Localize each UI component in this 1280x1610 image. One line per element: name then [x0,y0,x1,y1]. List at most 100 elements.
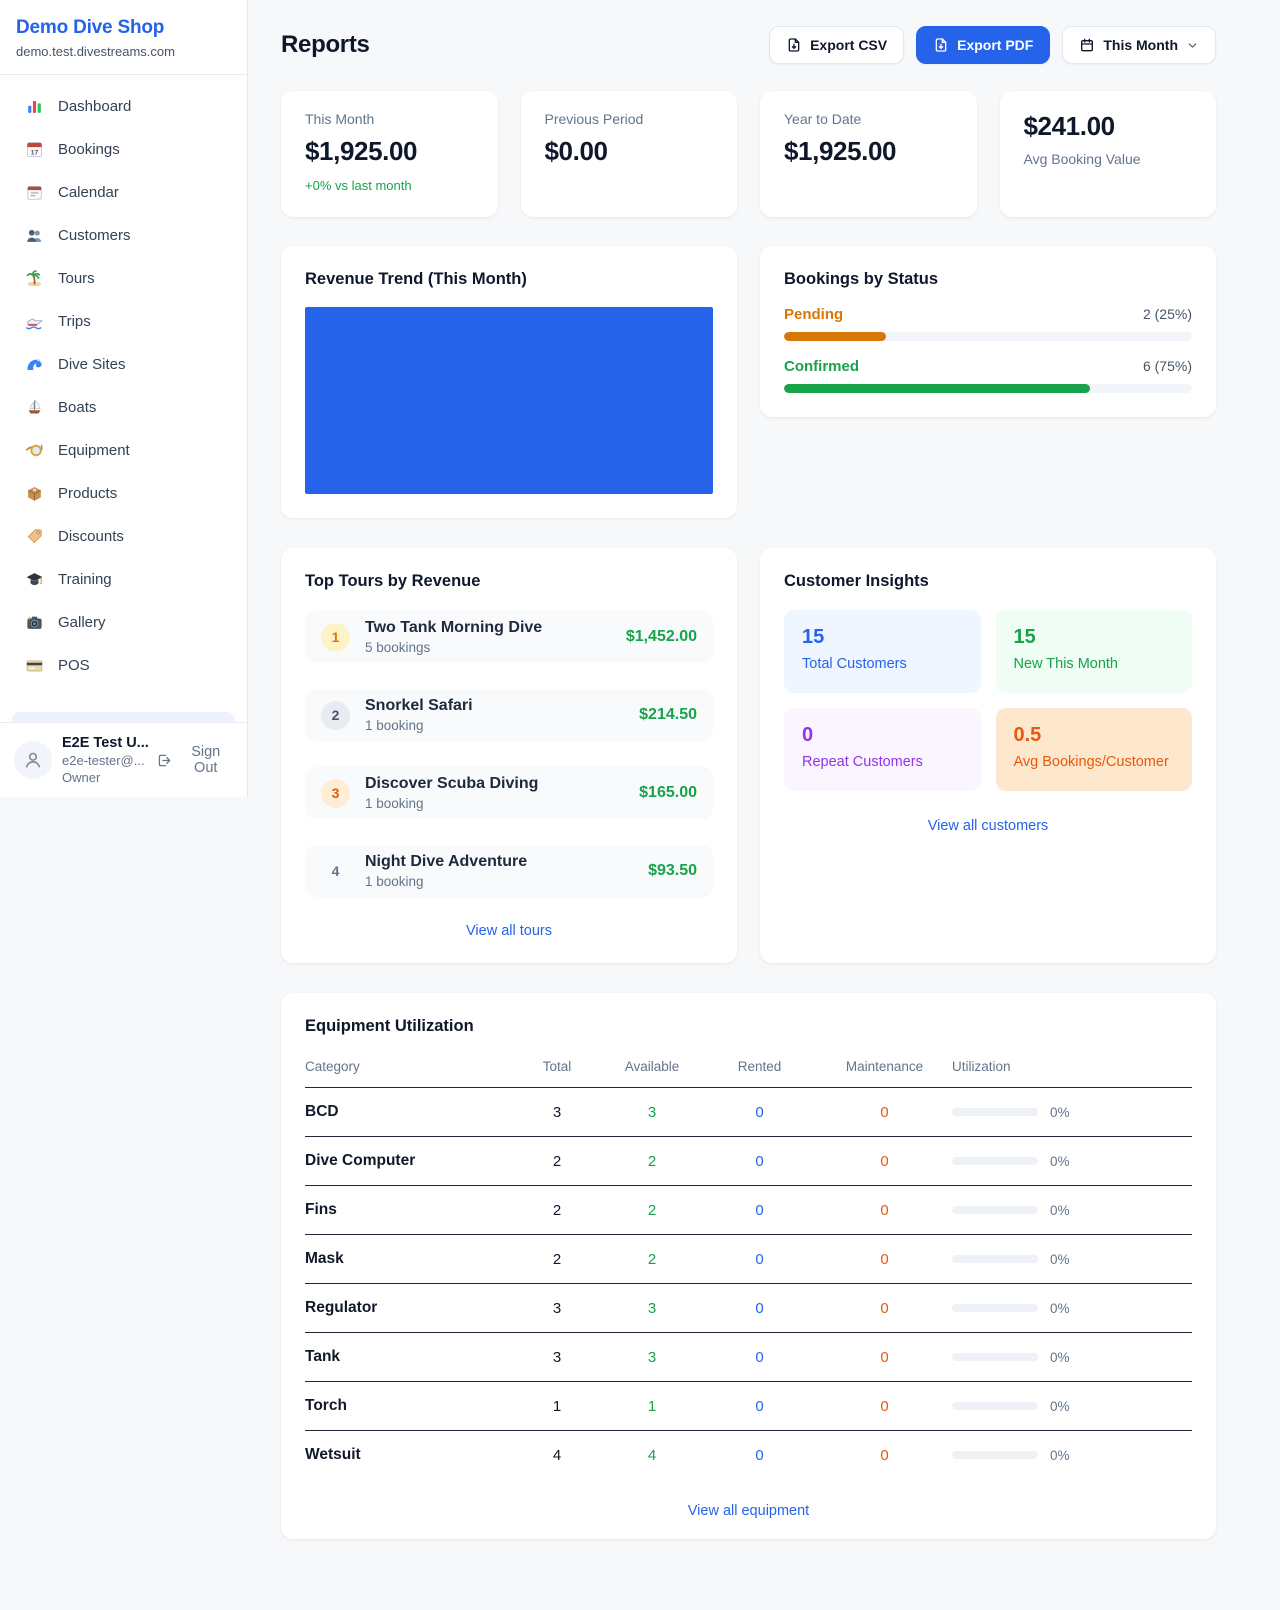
stat-value: $0.00 [545,136,714,167]
status-count: 2 (25%) [1143,306,1192,322]
sidebar-item-reports-active-partial[interactable] [12,712,235,722]
cell-total: 2 [512,1137,602,1186]
equipment-utilization-card: Equipment Utilization Category Total Ava… [281,993,1216,1539]
cell-maintenance: 0 [817,1137,952,1186]
cell-category: BCD [305,1088,512,1137]
cell-available: 1 [602,1382,702,1431]
sign-out-button[interactable]: Sign Out [156,744,233,776]
stat-value: $1,925.00 [305,136,474,167]
sidebar-nav-item[interactable]: Equipment [12,429,235,472]
sidebar-nav-item[interactable]: Gallery [12,601,235,644]
page-title: Reports [281,31,370,59]
utilization-track [952,1353,1038,1361]
export-pdf-button[interactable]: Export PDF [916,26,1050,64]
utilization-label: 0% [1050,1301,1070,1316]
col-header-available: Available [602,1059,702,1088]
view-all-customers-link[interactable]: View all customers [784,818,1192,834]
sidebar-nav-item[interactable]: Tours [12,257,235,300]
tile-value: 15 [1014,626,1175,649]
utilization-track [952,1255,1038,1263]
utilization-track [952,1157,1038,1165]
sidebar-nav-item[interactable]: Dashboard [12,85,235,128]
cell-category: Dive Computer [305,1137,512,1186]
tour-name: Night Dive Adventure [365,853,527,871]
utilization-track [952,1402,1038,1410]
rank-badge: 3 [321,779,350,808]
tour-name: Snorkel Safari [365,697,473,715]
cell-maintenance: 0 [817,1235,952,1284]
export-csv-button[interactable]: Export CSV [769,26,904,64]
cell-maintenance: 0 [817,1186,952,1235]
cell-rented: 0 [702,1382,817,1431]
nav-item-label: POS [58,657,90,674]
nav-item-icon [24,226,44,246]
sidebar-nav-item[interactable]: Trips [12,300,235,343]
period-label: This Month [1103,37,1178,53]
tile-value: 15 [802,626,963,649]
cell-rented: 0 [702,1235,817,1284]
sidebar-nav-item[interactable]: Bookings [12,128,235,171]
sidebar: Demo Dive Shop demo.test.divestreams.com… [0,0,248,797]
tile-label: Avg Bookings/Customer [1014,754,1175,770]
nav-item-label: Gallery [58,614,106,631]
tour-bookings-count: 5 bookings [365,640,542,655]
stat-card-this-month: This Month $1,925.00 +0% vs last month [281,91,498,217]
nav-item-icon [24,269,44,289]
revenue-trend-bar [305,307,713,494]
stat-card-avg-booking-value: $241.00 Avg Booking Value [1000,91,1217,217]
cell-maintenance: 0 [817,1088,952,1137]
user-info: E2E Test U... e2e-tester@... Owner [62,735,146,785]
status-row-pending: Pending 2 (25%) [784,306,1192,341]
sign-out-label: Sign Out [178,744,233,776]
cell-total: 2 [512,1186,602,1235]
sidebar-nav-item[interactable]: Discounts [12,515,235,558]
nav-item-icon [24,183,44,203]
tour-list-item: 4 Night Dive Adventure 1 booking $93.50 [305,845,713,897]
view-all-tours-link[interactable]: View all tours [305,923,713,939]
col-header-category: Category [305,1059,512,1088]
period-dropdown[interactable]: This Month [1062,26,1216,64]
nav-item-label: Calendar [58,184,119,201]
cell-category: Tank [305,1333,512,1382]
sidebar-nav-item[interactable]: Training [12,558,235,601]
revenue-trend-title: Revenue Trend (This Month) [305,270,713,289]
cell-available: 4 [602,1431,702,1480]
nav-item-icon [24,441,44,461]
insight-tile-total-customers: 15 Total Customers [784,610,981,693]
sidebar-nav-item[interactable]: Products [12,472,235,515]
main-content: Reports Export CSV Export PDF [248,0,1280,1579]
cell-available: 2 [602,1137,702,1186]
sidebar-nav-item[interactable]: Customers [12,214,235,257]
nav-item-icon [24,656,44,676]
utilization-label: 0% [1050,1399,1070,1414]
utilization-track [952,1451,1038,1459]
sidebar-nav-item[interactable]: Calendar [12,171,235,214]
chevron-down-icon [1186,39,1199,52]
progress-track [784,384,1192,393]
user-name: E2E Test U... [62,735,146,751]
utilization-track [952,1304,1038,1312]
user-email: e2e-tester@... [62,753,146,768]
col-header-rented: Rented [702,1059,817,1088]
equipment-table-row: BCD 3 3 0 0 0% [305,1088,1192,1137]
nav-item-icon [24,140,44,160]
rank-badge: 4 [321,857,350,886]
sidebar-nav-item[interactable]: POS [12,644,235,687]
equipment-table-row: Dive Computer 2 2 0 0 0% [305,1137,1192,1186]
sidebar-nav-item[interactable]: Dive Sites [12,343,235,386]
page-header: Reports Export CSV Export PDF [281,26,1216,64]
stat-value: $1,925.00 [784,136,953,167]
tour-list-item: 3 Discover Scuba Diving 1 booking $165.0… [305,767,713,819]
tile-label: Total Customers [802,656,963,672]
progress-track [784,332,1192,341]
equipment-table-row: Torch 1 1 0 0 0% [305,1382,1192,1431]
view-all-equipment-link[interactable]: View all equipment [305,1503,1192,1519]
utilization-label: 0% [1050,1252,1070,1267]
insight-tile-new-this-month: 15 New This Month [996,610,1193,693]
nav-item-icon [24,97,44,117]
sidebar-nav-item[interactable]: Boats [12,386,235,429]
nav-item-label: Training [58,571,112,588]
cell-total: 3 [512,1088,602,1137]
utilization-label: 0% [1050,1350,1070,1365]
nav-item-label: Bookings [58,141,120,158]
